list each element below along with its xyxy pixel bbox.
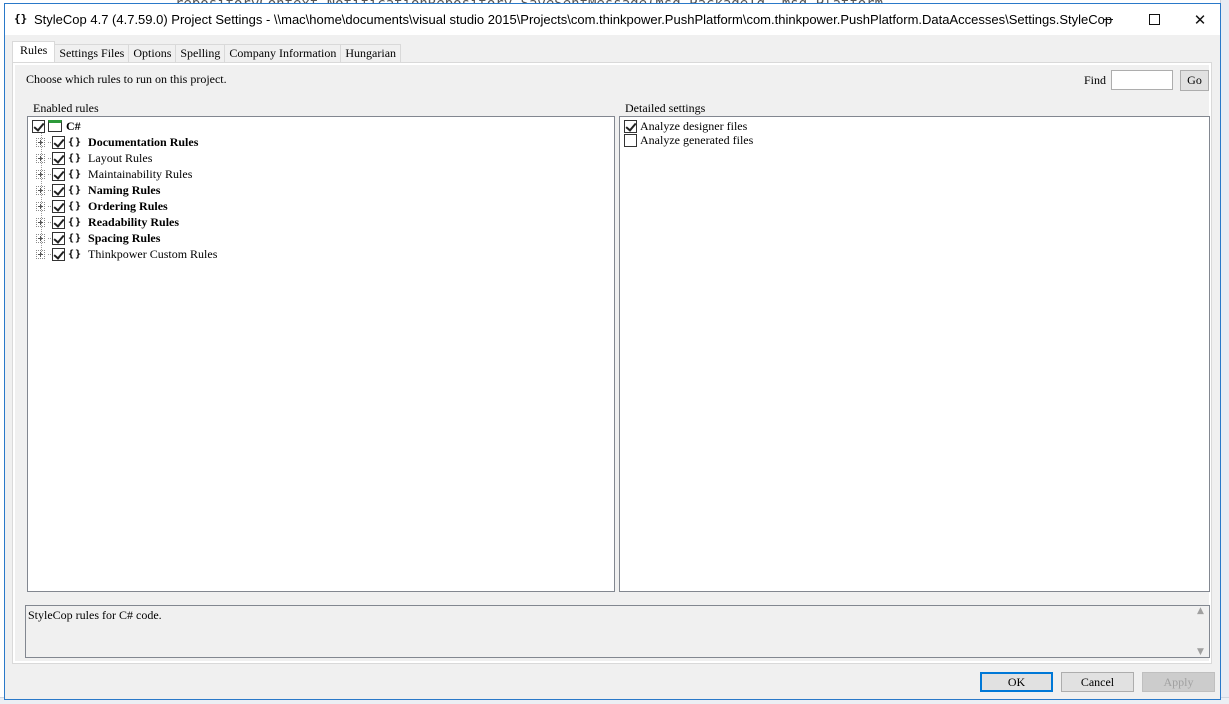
expand-icon[interactable] <box>36 185 45 195</box>
rules-tree[interactable]: C# {} Documentation Rules {} Layout Rule… <box>27 116 615 592</box>
go-button[interactable]: Go <box>1180 70 1209 91</box>
tree-node-label: Thinkpower Custom Rules <box>88 246 218 261</box>
tree-node-label: Naming Rules <box>88 182 161 197</box>
detailed-settings-label: Detailed settings <box>625 101 706 115</box>
close-icon: ✕ <box>1193 10 1207 29</box>
title-bar[interactable]: {} StyleCop 4.7 (4.7.59.0) Project Setti… <box>5 4 1220 35</box>
tree-node-layout-rules[interactable]: {} Layout Rules <box>36 150 152 166</box>
cancel-button[interactable]: Cancel <box>1061 672 1134 692</box>
expand-icon[interactable] <box>36 169 45 179</box>
rules-group-icon: {} <box>68 232 83 244</box>
find-input[interactable] <box>1111 70 1173 90</box>
tree-node-naming-rules[interactable]: {} Naming Rules <box>36 182 160 198</box>
maximize-button[interactable] <box>1131 4 1177 35</box>
expand-icon[interactable] <box>36 249 45 259</box>
window-title: StyleCop 4.7 (4.7.59.0) Project Settings… <box>34 12 1113 27</box>
rules-group-icon: {} <box>68 248 83 260</box>
rules-tab-panel: Choose which rules to run on this projec… <box>12 62 1212 664</box>
rules-group-icon: {} <box>68 152 83 164</box>
tree-node-label: Maintainability Rules <box>88 166 193 181</box>
background-editor-margin <box>1220 0 1229 704</box>
tab-options[interactable]: Options <box>128 44 177 62</box>
description-text: StyleCop rules for C# code. <box>28 608 162 622</box>
minimize-icon <box>1103 19 1113 20</box>
tree-node-csharp[interactable]: C# <box>32 118 81 134</box>
ok-button[interactable]: OK <box>980 672 1053 692</box>
tab-spelling[interactable]: Spelling <box>175 44 226 62</box>
setting-analyze-generated-files[interactable]: Analyze generated files <box>624 132 753 148</box>
expand-icon[interactable] <box>36 201 45 211</box>
tree-node-label: Ordering Rules <box>88 198 168 213</box>
spacing-rules-checkbox[interactable] <box>52 231 65 245</box>
find-label: Find <box>1084 73 1107 87</box>
tab-company-information[interactable]: Company Information <box>224 44 342 62</box>
tab-rules[interactable]: Rules <box>12 41 56 62</box>
documentation-rules-checkbox[interactable] <box>52 135 65 149</box>
rules-group-icon: {} <box>68 216 83 228</box>
expand-icon[interactable] <box>36 233 45 243</box>
expand-icon[interactable] <box>36 217 45 227</box>
tab-hungarian[interactable]: Hungarian <box>340 44 402 62</box>
csharp-language-icon <box>48 120 62 132</box>
tree-node-maintainability-rules[interactable]: {} Maintainability Rules <box>36 166 192 182</box>
tree-node-label: Readability Rules <box>88 214 180 229</box>
tree-node-readability-rules[interactable]: {} Readability Rules <box>36 214 179 230</box>
maximize-icon <box>1148 14 1160 25</box>
rules-tab-content: Choose which rules to run on this projec… <box>15 65 1210 661</box>
tree-node-label: Documentation Rules <box>88 134 199 149</box>
project-settings-dialog: {} StyleCop 4.7 (4.7.59.0) Project Setti… <box>4 3 1221 700</box>
tree-node-ordering-rules[interactable]: {} Ordering Rules <box>36 198 168 214</box>
detailed-settings-panel: Analyze designer files Analyze generated… <box>619 116 1210 592</box>
description-scrollbar[interactable]: ▲ ▼ <box>1192 606 1209 657</box>
rules-group-icon: {} <box>68 136 83 148</box>
rules-group-icon: {} <box>68 184 83 196</box>
layout-rules-checkbox[interactable] <box>52 151 65 165</box>
expand-icon[interactable] <box>36 153 45 163</box>
scroll-down-icon[interactable]: ▼ <box>1197 647 1204 657</box>
ordering-rules-checkbox[interactable] <box>52 199 65 213</box>
instruction-text: Choose which rules to run on this projec… <box>26 72 227 86</box>
tree-node-label: Layout Rules <box>88 150 153 165</box>
analyze-generated-files-checkbox[interactable] <box>624 133 637 147</box>
tree-node-documentation-rules[interactable]: {} Documentation Rules <box>36 134 198 150</box>
rules-group-icon: {} <box>68 200 83 212</box>
tab-settings-files[interactable]: Settings Files <box>54 44 130 62</box>
naming-rules-checkbox[interactable] <box>52 183 65 197</box>
enabled-rules-label: Enabled rules <box>33 101 99 115</box>
readability-rules-checkbox[interactable] <box>52 215 65 229</box>
maintainability-rules-checkbox[interactable] <box>52 167 65 181</box>
description-box: StyleCop rules for C# code. ▲ ▼ <box>25 605 1210 658</box>
csharp-checkbox[interactable] <box>32 119 45 133</box>
tree-node-thinkpower-custom-rules[interactable]: {} Thinkpower Custom Rules <box>36 246 217 262</box>
tree-node-label: Spacing Rules <box>88 230 161 245</box>
minimize-button[interactable] <box>1085 4 1131 35</box>
close-button[interactable]: ✕ <box>1177 4 1223 35</box>
settings-tabs: Rules Settings Files Options Spelling Co… <box>12 41 402 62</box>
setting-label: Analyze generated files <box>640 132 754 147</box>
rules-group-icon: {} <box>68 168 83 180</box>
tree-node-label: C# <box>66 118 81 133</box>
scroll-up-icon[interactable]: ▲ <box>1197 606 1204 616</box>
stylecop-app-icon: {} <box>14 12 28 25</box>
tree-node-spacing-rules[interactable]: {} Spacing Rules <box>36 230 160 246</box>
expand-icon[interactable] <box>36 137 45 147</box>
apply-button[interactable]: Apply <box>1142 672 1215 692</box>
thinkpower-custom-rules-checkbox[interactable] <box>52 247 65 261</box>
analyze-designer-files-checkbox[interactable] <box>624 119 637 133</box>
